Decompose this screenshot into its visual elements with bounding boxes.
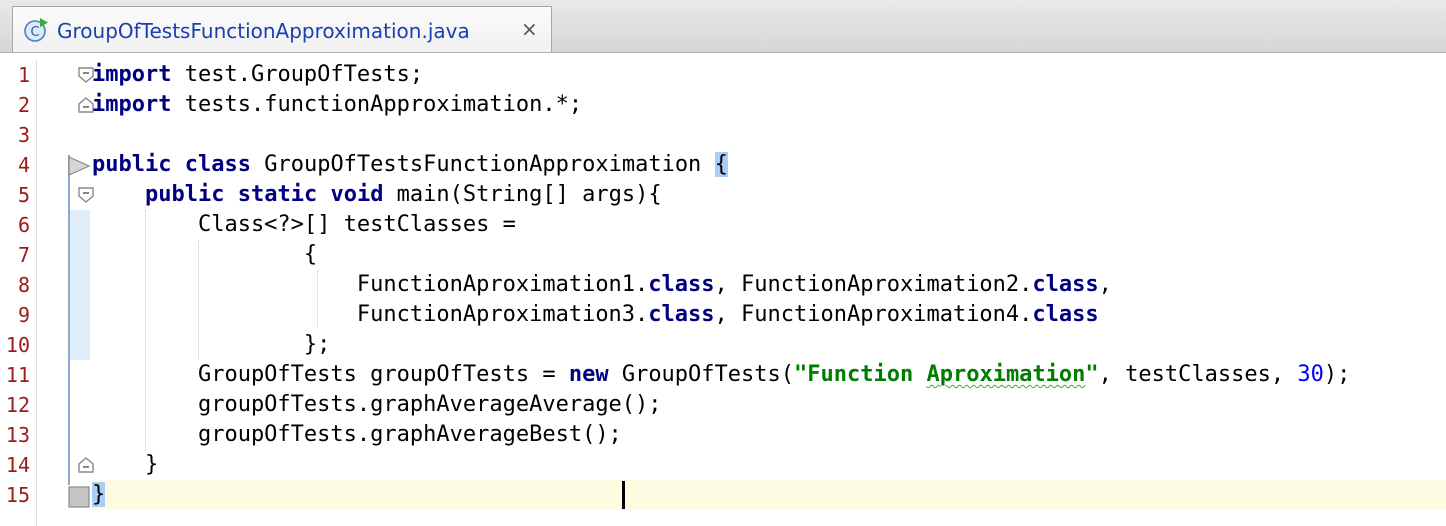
editor-tab-bar: C GroupOfTestsFunctionApproximation.java… [0, 0, 1446, 53]
line-number: 4 [17, 153, 30, 177]
code-token: static [237, 182, 318, 207]
code-token: GroupOfTestsFunctionApproximation [250, 152, 715, 177]
code-token: groupOfTests.graphAverageBest(); [92, 422, 622, 447]
code-token: GroupOfTests groupOfTests = [92, 362, 569, 387]
code-line[interactable] [92, 120, 1446, 150]
tab-groupoftestsfunctionapproximation[interactable]: C GroupOfTestsFunctionApproximation.java… [12, 6, 552, 52]
code-token: Aproximation [926, 362, 1086, 387]
line-number: 12 [5, 393, 30, 417]
code-token: class [648, 272, 715, 297]
code-token: new [568, 362, 609, 387]
code-token: import [92, 92, 172, 117]
code-token: import [92, 62, 172, 87]
code-token: class [648, 302, 715, 327]
indent-guide [317, 270, 319, 330]
code-token: FunctionAproximation1. [92, 272, 649, 297]
fold-region-highlight [68, 210, 90, 360]
code-token: class [1032, 272, 1099, 297]
code-line[interactable]: { [92, 240, 1446, 270]
text-cursor [622, 481, 625, 509]
line-number: 1 [17, 63, 30, 87]
code-line[interactable]: public class GroupOfTestsFunctionApproxi… [92, 150, 1446, 180]
code-line[interactable]: } [92, 450, 1446, 480]
line-number: 8 [17, 273, 30, 297]
code-token: public [144, 182, 225, 207]
code-line[interactable]: FunctionAproximation1.class, FunctionApr… [92, 270, 1446, 300]
code-token: class [184, 152, 251, 177]
fold-gutter[interactable] [37, 60, 94, 526]
code-token: class [1032, 302, 1099, 327]
tab-icon-letter: C [30, 25, 39, 40]
code-token: ); [1323, 362, 1351, 387]
line-number: 13 [5, 423, 30, 447]
code-token: groupOfTests.graphAverageAverage(); [92, 392, 662, 417]
line-number: 2 [17, 93, 30, 117]
code-line[interactable]: groupOfTests.graphAverageAverage(); [92, 390, 1446, 420]
line-number: 6 [17, 213, 30, 237]
code-line[interactable]: GroupOfTests groupOfTests = new GroupOfT… [92, 360, 1446, 390]
code-token: }; [92, 332, 331, 357]
fold-region-line [68, 155, 70, 485]
code-line[interactable]: import tests.functionApproximation.*; [92, 90, 1446, 120]
line-number: 5 [17, 183, 30, 207]
code-token: { [714, 152, 728, 177]
code-token: , FunctionAproximation4. [714, 302, 1033, 327]
line-number: 14 [5, 453, 30, 477]
code-token: FunctionAproximation3. [92, 302, 649, 327]
line-number: 10 [5, 333, 30, 357]
code-token: } [92, 482, 106, 507]
line-number: 3 [17, 123, 30, 147]
close-icon[interactable]: × [521, 18, 538, 40]
code-line[interactable]: Class<?>[] testClasses = [92, 210, 1446, 240]
line-number: 11 [5, 363, 30, 387]
code-area[interactable]: import test.GroupOfTests; import tests.fu… [92, 60, 1446, 526]
line-number: 15 [5, 483, 30, 507]
code-token: public [92, 152, 172, 177]
code-token: "Function [794, 362, 927, 387]
java-class-runnable-icon: C [23, 17, 49, 43]
code-token: , [1098, 272, 1112, 297]
run-class-icon[interactable] [68, 156, 91, 176]
code-token: " [1085, 362, 1099, 387]
code-line[interactable]: FunctionAproximation3.class, FunctionApr… [92, 300, 1446, 330]
code-token: GroupOfTests( [608, 362, 795, 387]
code-token: } [92, 452, 159, 477]
line-number: 7 [17, 243, 30, 267]
line-number: 9 [17, 303, 30, 327]
fold-region-end-icon[interactable] [68, 486, 90, 508]
code-token: test.GroupOfTests; [171, 62, 424, 87]
indent-guide [145, 210, 146, 450]
code-token: , FunctionAproximation2. [714, 272, 1033, 297]
code-line[interactable]: public static void main(String[] args){ [92, 180, 1446, 210]
code-line[interactable]: import test.GroupOfTests; [92, 60, 1446, 90]
line-number-gutter: 1 2 3 4 5 6 7 8 9 10 11 12 13 14 15 [0, 60, 37, 526]
code-token: , testClasses, [1098, 362, 1298, 387]
code-token: main(String[] args){ [383, 182, 662, 207]
tab-title: GroupOfTestsFunctionApproximation.java [57, 19, 470, 43]
code-token: void [330, 182, 384, 207]
code-token: 30 [1297, 362, 1324, 387]
code-token: Class<?>[] testClasses = [92, 212, 516, 237]
code-token: tests.functionApproximation.*; [171, 92, 583, 117]
code-editor[interactable]: 1 2 3 4 5 6 7 8 9 10 11 12 13 14 15 import test.GroupO… [0, 60, 1446, 526]
code-token: { [92, 242, 318, 267]
indent-guide [198, 240, 199, 360]
code-line[interactable]: } [92, 480, 1446, 510]
code-line[interactable]: groupOfTests.graphAverageBest(); [92, 420, 1446, 450]
code-line[interactable]: }; [92, 330, 1446, 360]
